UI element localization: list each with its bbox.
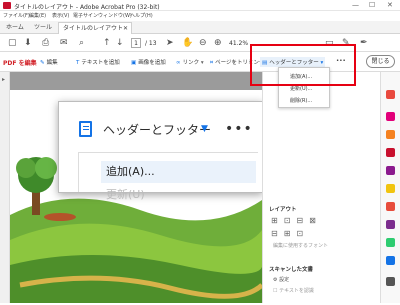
zoom-out-icon[interactable]: ⊖ xyxy=(199,38,207,48)
font-setting-item[interactable]: 編集に使用するフォント xyxy=(273,242,328,249)
maximize-icon[interactable]: ☐ xyxy=(369,1,375,9)
title-bar: タイトルのレイアウト - Adobe Acrobat Pro (32-bit) … xyxy=(0,0,400,11)
zoom-more-icon[interactable]: ••• xyxy=(225,121,253,137)
protect-icon[interactable] xyxy=(386,256,395,265)
next-page-icon[interactable]: ↓ xyxy=(116,38,124,48)
scan-heading: スキャンした文書 xyxy=(269,267,314,273)
scan-settings-item[interactable]: ⚙ 設定 xyxy=(273,276,289,283)
add-image-label: 画像を追加 xyxy=(138,60,166,66)
add-text-label: テキストを追加 xyxy=(81,60,120,66)
combine-icon[interactable] xyxy=(386,148,395,157)
add-text-button[interactable]: T テキストを追加 xyxy=(76,58,120,66)
layout-heading: レイアウト xyxy=(269,207,297,213)
edit-button[interactable]: ✎ 編集 xyxy=(40,58,58,66)
menu-window[interactable]: ウィンドウ(W) xyxy=(98,12,132,19)
image-icon: ▣ xyxy=(131,60,137,66)
window-title: タイトルのレイアウト - Adobe Acrobat Pro (32-bit) xyxy=(14,4,160,11)
menu-help[interactable]: ヘルプ(H) xyxy=(130,12,153,19)
layout-icons[interactable]: ⊞⊡⊟⊠ xyxy=(271,216,322,225)
highlight-box xyxy=(250,44,356,86)
link-label: リンク xyxy=(182,60,200,66)
zoom-header-footer-label[interactable]: ヘッダーとフッター xyxy=(103,121,211,138)
edit-label: 編集 xyxy=(46,60,58,66)
tab-tools[interactable]: ツール xyxy=(30,22,56,34)
print-icon[interactable]: ⎙ xyxy=(42,38,49,48)
fill-sign-icon[interactable] xyxy=(386,202,395,211)
menu-view[interactable]: 表示(V) xyxy=(52,12,69,19)
acrobat-logo-icon xyxy=(3,2,11,9)
export-pdf-icon[interactable] xyxy=(386,90,395,99)
page-number-input[interactable]: 1 xyxy=(131,38,141,48)
tools-icon[interactable] xyxy=(386,277,395,286)
scan-ocr-icon[interactable] xyxy=(386,238,395,247)
create-icon[interactable]: ▢ xyxy=(8,38,17,48)
save-icon[interactable]: ⬇ xyxy=(24,38,32,48)
zoom-callout: ヘッダーとフッター ▼ ••• 追加(A)... 更新(U) xyxy=(58,101,263,201)
minimize-icon[interactable]: — xyxy=(352,1,359,9)
sign-icon[interactable]: ✒ xyxy=(360,38,368,48)
dropdown-remove-item[interactable]: 削除(R)... xyxy=(290,97,312,104)
scan-settings-label: 設定 xyxy=(279,277,290,283)
menu-bar: ファイル(F) 編集(E) 表示(V) 電子サイン ウィンドウ(W) ヘルプ(H… xyxy=(0,11,400,21)
edit-pdf-icon[interactable] xyxy=(386,112,395,121)
tab-document-label: タイトルのレイアウト xyxy=(63,25,124,32)
comment-tool-icon[interactable] xyxy=(386,184,395,193)
page-total: / 13 xyxy=(145,40,157,47)
crop-icon: ⌗ xyxy=(210,60,214,66)
zoom-add-item[interactable]: 追加(A)... xyxy=(101,161,256,183)
request-signature-icon[interactable] xyxy=(386,220,395,229)
tab-home[interactable]: ホーム xyxy=(2,22,28,34)
select-arrow-icon[interactable]: ➤ xyxy=(166,38,174,48)
mail-icon[interactable]: ✉ xyxy=(60,38,68,48)
zoom-in-icon[interactable]: ⊕ xyxy=(214,38,222,48)
left-rail: ▸ xyxy=(0,72,10,303)
recognize-text-label: テキストを認識 xyxy=(279,288,314,294)
menu-esign[interactable]: 電子サイン xyxy=(73,12,98,19)
menu-edit[interactable]: 編集(E) xyxy=(29,12,46,19)
tab-bar: ホーム ツール タイトルのレイアウト ✕ xyxy=(0,21,400,34)
pdf-edit-label: PDF を編集 xyxy=(3,60,37,67)
right-rail xyxy=(380,72,400,303)
zoom-level[interactable]: 41.2% xyxy=(229,40,248,47)
align-icons[interactable]: ⊟⊞⊡ xyxy=(271,229,309,238)
organize-icon[interactable] xyxy=(386,166,395,175)
create-pdf-icon[interactable] xyxy=(386,130,395,139)
menu-file[interactable]: ファイル(F) xyxy=(3,12,30,19)
recognize-text-item[interactable]: ☐ テキストを認識 xyxy=(273,287,314,294)
hand-icon[interactable]: ✋ xyxy=(182,38,193,48)
prev-page-icon[interactable]: ↑ xyxy=(103,38,111,48)
add-image-button[interactable]: ▣ 画像を追加 xyxy=(131,58,166,66)
link-icon: ∞ xyxy=(176,60,181,66)
close-button[interactable]: 閉じる xyxy=(366,55,395,68)
edit-icon: ✎ xyxy=(40,60,45,66)
zoom-search-icon[interactable]: ⌕ xyxy=(79,38,84,48)
header-footer-doc-icon xyxy=(79,121,92,137)
chevron-down-icon[interactable]: ▼ xyxy=(201,124,208,134)
link-button[interactable]: ∞ リンク ▾ xyxy=(176,58,204,66)
zoom-update-item[interactable]: 更新(U) xyxy=(106,186,145,202)
expand-left-icon[interactable]: ▸ xyxy=(2,76,5,83)
tab-document[interactable]: タイトルのレイアウト ✕ xyxy=(58,22,132,34)
text-icon: T xyxy=(76,60,80,66)
dropdown-update-item[interactable]: 更新(U)... xyxy=(290,85,312,92)
close-window-icon[interactable]: ✕ xyxy=(387,1,393,9)
